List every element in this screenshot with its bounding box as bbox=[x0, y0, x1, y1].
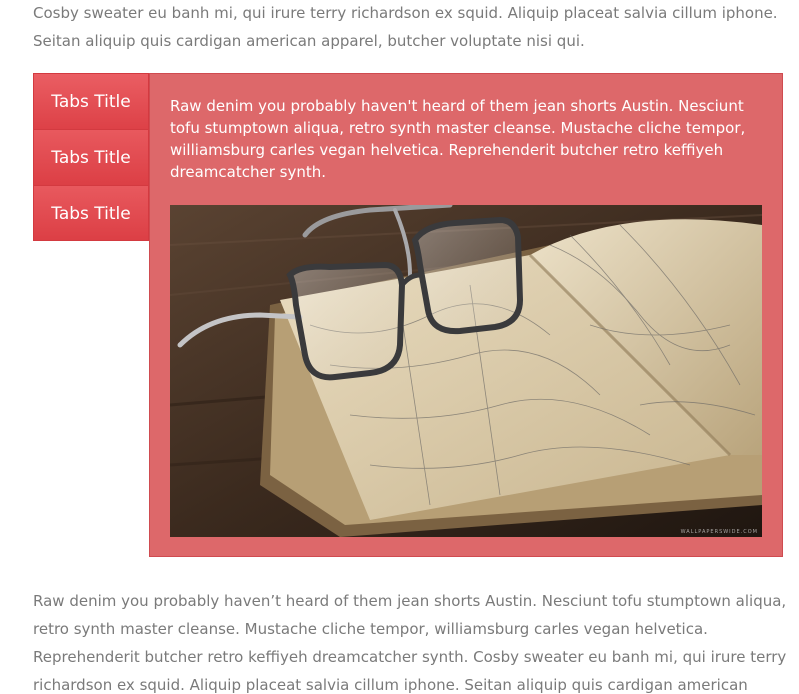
glasses-on-map-book-image: WALLPAPERSWIDE.COM bbox=[170, 205, 762, 537]
tab-3[interactable]: Tabs Title bbox=[33, 185, 149, 241]
intro-paragraph: Cosby sweater eu banh mi, qui irure terr… bbox=[33, 4, 778, 50]
tab-1[interactable]: Tabs Title bbox=[33, 73, 149, 129]
tab-2[interactable]: Tabs Title bbox=[33, 129, 149, 185]
tab-panel: Raw denim you probably haven't heard of … bbox=[149, 73, 783, 557]
panel-text: Raw denim you probably haven't heard of … bbox=[170, 97, 746, 181]
tabs-nav: Tabs Title Tabs Title Tabs Title bbox=[33, 73, 149, 241]
outro-paragraph: Raw denim you probably haven’t heard of … bbox=[33, 592, 787, 694]
page: Cosby sweater eu banh mi, qui irure terr… bbox=[0, 0, 799, 694]
image-watermark: WALLPAPERSWIDE.COM bbox=[680, 529, 758, 535]
